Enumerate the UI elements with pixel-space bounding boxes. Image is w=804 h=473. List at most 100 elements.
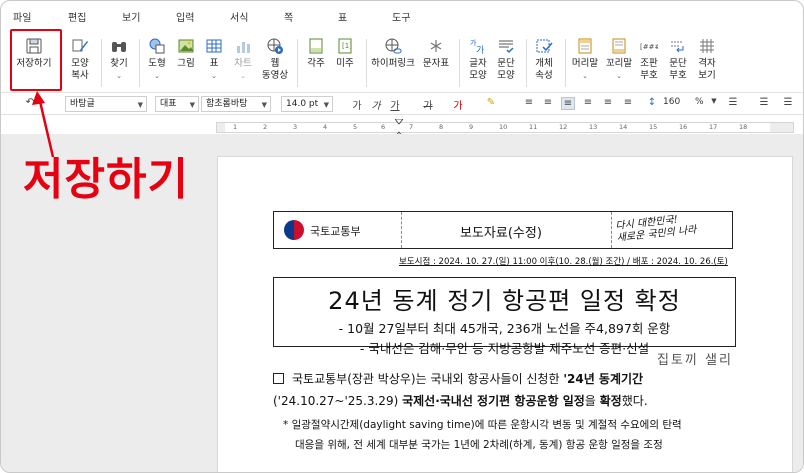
chevron-down-icon[interactable]: ⌄ [138,70,176,82]
shapes-icon [149,38,165,54]
menu-format[interactable]: 서식 [230,9,284,24]
svg-text:가: 가 [476,45,484,55]
shape-copy-button[interactable]: 모양 복사 [61,35,99,82]
italic-icon[interactable]: 가 [369,97,383,112]
body-text-bold: 국제선·국내선 정기편 항공운항 일정 [402,394,585,408]
style-select[interactable]: 바탕글 ▼ [65,96,147,112]
align-justify-icon[interactable]: ≡ [522,97,536,108]
menu-page[interactable]: 쪽 [284,9,338,24]
para-shape-button[interactable]: 문단 모양 [487,35,525,82]
endnote-button[interactable]: [1] 미주 [326,35,364,70]
footnote-paragraph: * 일광절약시간제(daylight saving time)에 따른 운항시각… [283,415,743,455]
footnote-line: * 일광절약시간제(daylight saving time)에 따른 운항시각… [283,419,682,431]
chevron-down-icon: ▼ [189,101,195,109]
underline-icon[interactable]: 가 [388,97,402,112]
ruler-mark: 7 [409,123,414,131]
endnote-label: 미주 [336,58,354,69]
web-video-label: 웹 동영상 [261,58,289,81]
ruler-mark: 17 [709,123,718,131]
app-window: 파일 편집 보기 입력 서식 쪽 표 도구 저장하기 모양 복사 찾기 ⌄ 도형… [0,0,804,473]
menu-table[interactable]: 표 [338,9,392,24]
ruler-mark: 4 [323,123,328,131]
press-release-header: 국토교통부 보도자료(수정) 다시 대한민국! 새로운 국민의 나라 [273,211,733,249]
font-size-value: 14.0 [286,99,307,109]
strikethrough-icon[interactable]: 가 [421,97,435,112]
endnote-icon: [1] [338,38,352,54]
chevron-down-icon[interactable]: ▼ [707,97,721,105]
ruler-mark: 6 [381,123,386,131]
align-split-icon[interactable]: ≡ [621,97,635,108]
ruler-mark: 12 [559,123,568,131]
horizontal-ruler[interactable]: 1 2 3 4 5 6 7 8 9 10 11 12 13 14 15 16 1… [216,122,794,133]
menu-file[interactable]: 파일 [13,9,68,24]
ruler-mark: 1 [233,123,238,131]
image-icon [178,39,194,53]
find-button[interactable]: 찾기 ⌄ [100,35,138,82]
line-spacing-value[interactable]: 160 [663,97,680,107]
font-size-input[interactable]: 14.0 pt ▼ [281,96,333,112]
menu-bar: 파일 편집 보기 입력 서식 쪽 표 도구 [1,1,803,31]
ruler-mark: 2 [263,123,268,131]
body-paragraph: 국토교통부(장관 박상우)는 국내외 항공사들이 신청한 '24년 동계기간 (… [273,368,743,412]
asterisk-icon [430,40,442,52]
web-video-button[interactable]: 웹 동영상 [256,35,294,82]
body-text: 을 [584,394,600,408]
menu-tools[interactable]: 도구 [392,9,446,24]
hyperlink-button[interactable]: 하이퍼링크 [370,35,416,70]
document-kind: 보도자료(수정) [460,226,542,241]
binoculars-icon [112,42,126,52]
para-shape-label: 문단 모양 [497,58,515,81]
annotation-label: 저장하기 [23,154,189,205]
paint-brush-icon [72,39,88,52]
grid-icon [700,39,714,53]
outline-list-icon[interactable]: ☰ [781,97,795,108]
grid-view-button[interactable]: 격자 보기 [688,35,726,82]
svg-text:[###]: [###] [640,43,658,51]
formatting-toolbar: ↶ 바탕글 ▼ 대표 ▼ 함초롬바탕 ▼ 14.0 pt ▼ 가 가 가 가 가 ✎ ≡… [1,93,803,115]
numbered-list-icon[interactable]: ☰ [757,97,771,108]
ruler-mark: 18 [739,123,748,131]
chevron-down-icon: ▼ [261,101,267,109]
handwritten-note: 집토끼 샐리 [657,353,733,368]
font-select[interactable]: 함초롬바탕 ▼ [201,96,271,112]
find-label: 찾기 [110,58,128,69]
body-text: ('24.10.27~'25.3.29) [273,394,403,408]
body-text-bold: 확정 [599,394,622,408]
ruler-mark: 14 [619,123,628,131]
chevron-down-icon[interactable]: ⌄ [566,70,604,82]
menu-edit[interactable]: 편집 [68,9,122,24]
ruler-mark: 13 [589,123,598,131]
language-select[interactable]: 대표 ▼ [155,96,199,112]
font-color-icon[interactable]: 가 [451,97,465,112]
ribbon-toolbar: 저장하기 모양 복사 찾기 ⌄ 도형 ⌄ 그림 표 ⌄ 차트 ⌄ 웹 동영상 각… [1,31,803,93]
menu-insert[interactable]: 입력 [176,9,230,24]
svg-text:[1]: [1] [342,42,352,50]
symbol-button[interactable]: 문자표 [417,35,455,70]
bar-chart-icon [237,42,250,53]
chevron-down-icon: ▼ [137,101,143,109]
align-distribute-icon[interactable]: ≡ [601,97,615,108]
footnote-icon [309,38,323,54]
object-props-button[interactable]: 개체 속성 [525,35,563,82]
align-right-icon[interactable]: ≡ [581,97,595,108]
style-value: 바탕글 [70,99,95,109]
page-footer-icon [612,38,626,54]
header-button[interactable]: 머리말 ⌄ [566,35,604,82]
chevron-down-icon[interactable]: ⌄ [100,70,138,82]
save-highlight-box [10,29,62,91]
line-spacing-icon[interactable]: ↕ [645,97,659,108]
globe-link-icon [385,38,402,54]
font-value: 함초롬바탕 [206,99,248,109]
highlight-icon[interactable]: ✎ [484,97,498,108]
menu-view[interactable]: 보기 [122,9,176,24]
align-left-icon[interactable]: ≡ [541,97,555,108]
bold-icon[interactable]: 가 [350,97,364,112]
headline-subtitle: - 10월 27일부터 최대 45개국, 236개 노선을 주4,897회 운항 [338,321,671,336]
headline-title: 24년 동계 정기 항공편 일정 확정 [328,287,681,315]
bullet-list-icon[interactable]: ☰ [726,97,740,108]
ruler-mark: 10 [499,123,508,131]
header-label: 머리말 [571,58,599,69]
align-center-icon[interactable]: ≡ [561,97,575,110]
divider [401,212,402,248]
ruler-text-area [225,123,770,132]
